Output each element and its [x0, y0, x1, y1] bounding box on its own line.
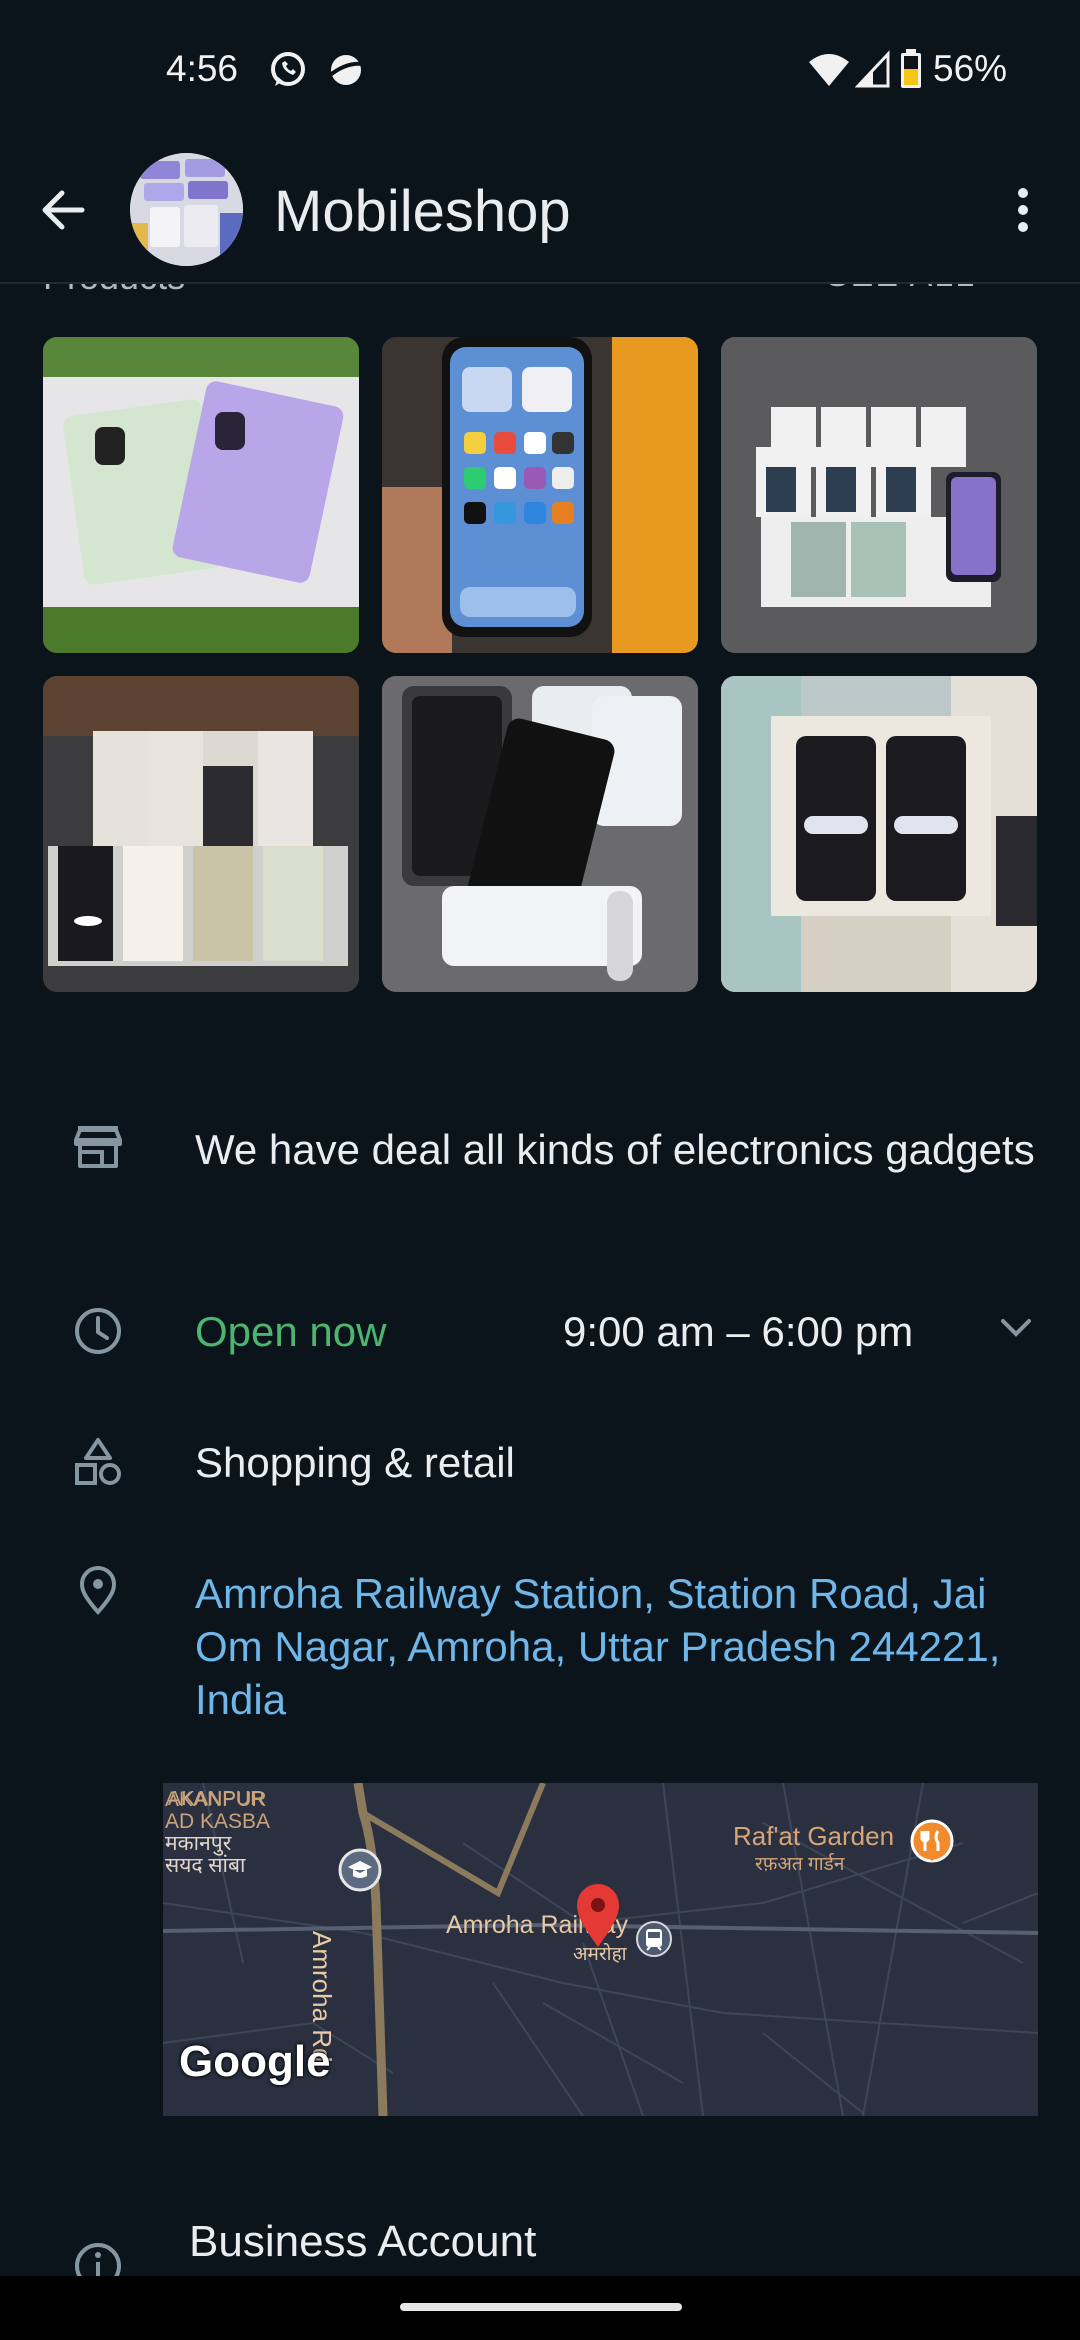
chat-title[interactable]: Mobileshop — [274, 178, 571, 245]
train-icon[interactable] — [634, 1919, 674, 1959]
map-pin-icon[interactable] — [575, 1883, 621, 1949]
battery-icon — [901, 49, 921, 88]
business-account-label[interactable]: Business Account — [189, 2217, 536, 2267]
hours-status: Open now — [195, 1308, 387, 1355]
more-vertical-icon[interactable] — [1008, 186, 1038, 234]
wifi-icon — [809, 54, 849, 86]
avatar[interactable] — [130, 153, 243, 266]
back-arrow-icon[interactable] — [38, 185, 88, 235]
product-thumbnail[interactable] — [382, 337, 698, 653]
status-time: 4:56 — [166, 48, 239, 89]
restaurant-icon[interactable] — [908, 1819, 956, 1867]
location-pin-icon — [79, 1566, 117, 1616]
google-logo: Google — [179, 2037, 331, 2086]
business-category: Shopping & retail — [195, 1439, 515, 1486]
business-address[interactable]: Amroha Railway Station, Station Road, Ja… — [195, 1567, 1055, 1726]
store-icon — [74, 1126, 122, 1168]
product-thumbnail[interactable] — [721, 676, 1037, 992]
map-garden-label-hindi: रफ़अत गार्डन — [755, 1854, 845, 1875]
chevron-down-icon[interactable] — [999, 1316, 1033, 1340]
planet-icon — [327, 55, 364, 85]
product-thumbnail[interactable] — [721, 337, 1037, 653]
whatsapp-icon — [271, 52, 305, 86]
home-indicator[interactable] — [400, 2303, 682, 2311]
school-icon[interactable] — [337, 1847, 383, 1893]
signal-icon — [855, 50, 890, 88]
hours-range[interactable]: 9:00 am – 6:00 pm — [563, 1305, 913, 1358]
clock-icon — [75, 1308, 121, 1354]
battery-percentage: 56% — [933, 48, 1008, 89]
map-garden-label: Raf'at Garden — [733, 1821, 895, 1851]
product-thumbnail[interactable] — [43, 676, 359, 992]
product-thumbnail[interactable] — [382, 676, 698, 992]
location-map[interactable]: AKANPUR AKANPUR AD KASBA मकानपुर सयद सां… — [163, 1783, 1038, 2116]
map-area-label: AKANPUR AD KASBA मकानपुर सयद सांबा — [165, 1788, 271, 1877]
business-description: We have deal all kinds of electronics ga… — [195, 1126, 1035, 1173]
product-thumbnail[interactable] — [43, 337, 359, 653]
shapes-icon — [75, 1438, 121, 1485]
